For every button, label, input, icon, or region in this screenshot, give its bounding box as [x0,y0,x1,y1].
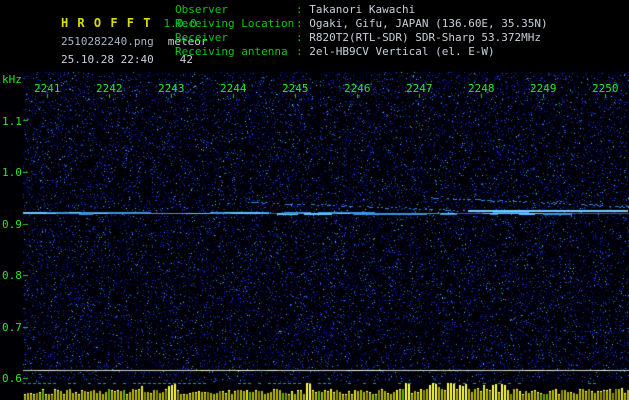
info-colon: : [296,31,310,44]
x-axis-tick-label: 2243 [158,82,185,95]
info-colon: : [296,3,310,16]
spectrogram-plot: kHz 1.1 1.0 0.9 0.8 0.7 0.6 2241 2242 2243 2244 2… [0,70,629,400]
y-axis-tick-label: 1.0 [2,166,22,179]
y-axis-tick-label: 0.9 [2,217,22,231]
y-axis-tick-label: 1.1 [2,114,22,128]
info-label: Receiver [175,31,228,44]
station-info-row: Receiving Location: Ogaki, Gifu, JAPAN (… [175,17,548,31]
info-colon: : [296,17,310,30]
y-axis-tick-label: 0.7 [2,320,22,334]
app-title: H R O F F T [60,16,152,30]
info-value: Ogaki, Gifu, JAPAN (136.60E, 35.35N) [309,17,548,30]
spectrogram-canvas [0,70,629,400]
x-axis-tick-label: 2245 [282,82,309,95]
info-value: Takanori Kawachi [309,3,416,16]
station-info-row: Receiver: R820T2(RTL-SDR) SDR-Sharp 53.3… [175,31,548,45]
info-label: Observer [175,3,228,16]
x-axis-tick-label: 2250 [592,82,619,95]
x-axis-tick-label: 2248 [468,82,495,95]
info-value: R820T2(RTL-SDR) SDR-Sharp 53.372MHz [309,31,542,44]
info-label: Receiving Location [175,17,295,30]
info-value: 2el-HB9CV Vertical (el. E-W) [309,45,495,58]
info-colon: : [296,45,310,58]
y-axis-tick-label: 0.6 [2,372,22,385]
x-axis-tick-label: 2244 [220,82,247,95]
x-axis-tick-label: 2241 [34,82,61,95]
hrofft-app: H R O F F T 1.0.0 2510282240.png meteor 25… [0,0,629,400]
output-filename: 2510282240.png [60,35,154,48]
y-axis-tick-label: 0.8 [2,269,22,282]
y-axis-unit: kHz [2,73,22,86]
station-info: Observer: Takanori Kawachi Receiving Loca… [175,3,548,59]
x-axis-tick-label: 2246 [344,82,371,95]
datetime: 25.10.28 22:40 [60,53,154,66]
station-info-row: Receiving antenna: 2el-HB9CV Vertical (e… [175,45,548,59]
info-label: Receiving antenna [175,45,288,58]
header: H R O F F T 1.0.0 2510282240.png meteor 25… [0,0,629,70]
x-axis-tick-label: 2242 [96,82,123,95]
x-axis-tick-label: 2249 [530,82,557,95]
x-axis-tick-label: 2247 [406,82,433,95]
station-info-row: Observer: Takanori Kawachi [175,3,548,17]
